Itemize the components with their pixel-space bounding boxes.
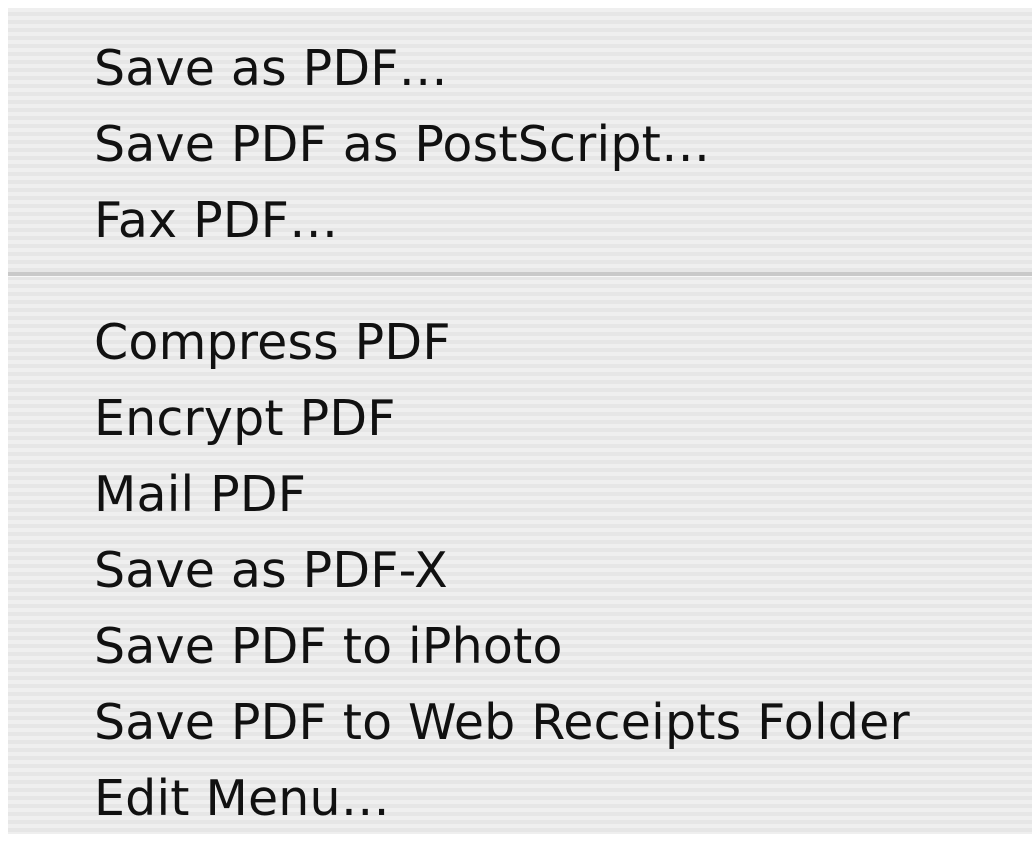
menu-item-encrypt-pdf[interactable]: Encrypt PDF [94,382,396,456]
menu-item-fax-pdf[interactable]: Fax PDF… [94,184,338,258]
menu-item-save-pdf-to-web-receipts[interactable]: Save PDF to Web Receipts Folder [94,686,910,760]
menu-item-save-pdf-to-iphoto[interactable]: Save PDF to iPhoto [94,610,563,684]
menu-item-save-pdf-as-postscript[interactable]: Save PDF as PostScript… [94,108,710,182]
menu-item-save-as-pdf-x[interactable]: Save as PDF-X [94,534,448,608]
menu-item-compress-pdf[interactable]: Compress PDF [94,306,451,380]
menu-separator [8,272,1032,277]
menu-item-save-as-pdf[interactable]: Save as PDF… [94,32,448,106]
menu-item-mail-pdf[interactable]: Mail PDF [94,458,306,532]
menu-item-edit-menu[interactable]: Edit Menu… [94,762,390,836]
pdf-menu: Save as PDF… Save PDF as PostScript… Fax… [8,8,1032,834]
